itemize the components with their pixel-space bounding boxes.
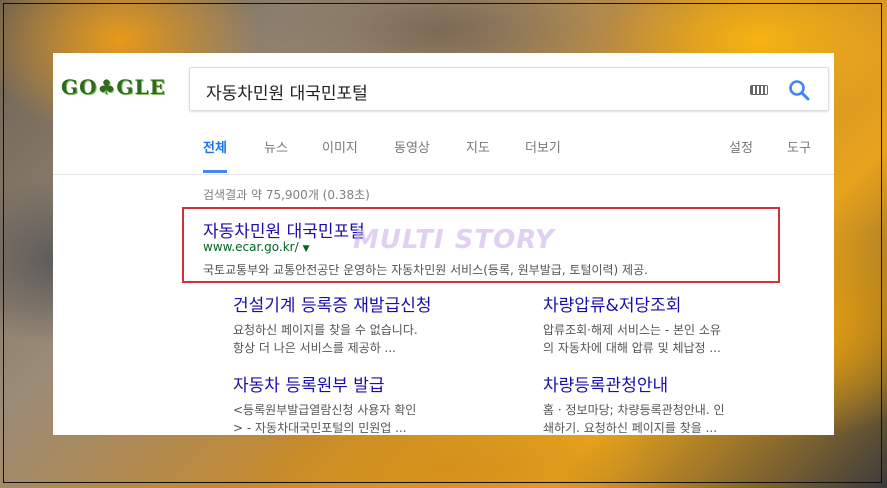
tab-maps[interactable]: 지도 (466, 139, 490, 170)
sitelink-desc-line: > - 자동차대국민포털의 민원업 ... (233, 421, 407, 435)
keyboard-icon[interactable] (750, 85, 768, 95)
result-url[interactable]: www.ecar.go.kr/ ▼ (203, 240, 310, 254)
tabs-divider (53, 174, 834, 175)
url-dropdown-icon[interactable]: ▼ (303, 244, 310, 254)
sitelink-desc-line: 항상 더 나은 서비스를 제공하 ... (233, 341, 396, 355)
sitelink-item: 차량등록관청안내 홈 · 정보마당; 차량등록관청안내. 인 쇄하기. 요청하신… (543, 371, 793, 435)
tab-all[interactable]: 전체 (203, 139, 227, 173)
tab-videos[interactable]: 동영상 (394, 139, 430, 170)
sitelink-desc-line: 압류조회·해제 서비스는 - 본인 소유 (543, 323, 721, 337)
tab-more[interactable]: 더보기 (525, 139, 561, 170)
search-icon[interactable] (788, 79, 810, 101)
sitelink-title-link[interactable]: 자동차 등록원부 발급 (233, 371, 483, 396)
sitelink-desc-line: 의 자동차에 대해 압류 및 체납정 ... (543, 341, 721, 355)
tab-news[interactable]: 뉴스 (264, 139, 288, 170)
tab-images[interactable]: 이미지 (322, 139, 358, 170)
sitelink-item: 건설기계 등록증 재발급신청 요청하신 페이지를 찾을 수 없습니다. 항상 더… (233, 291, 483, 357)
result-title-link[interactable]: 자동차민원 대국민포털 (203, 217, 365, 242)
sitelink-title-link[interactable]: 차량압류&저당조회 (543, 291, 793, 316)
sitelink-title-link[interactable]: 차량등록관청안내 (543, 371, 793, 396)
search-results-panel: GO♣GLE 자동차민원 대국민포털 전체 뉴스 이미지 동영상 지도 더보기 … (53, 53, 834, 435)
watermark-text: MULTI STORY (353, 225, 555, 255)
sitelink-desc-line: 쇄하기. 요청하신 페이지를 찾을 ... (543, 421, 718, 435)
result-stats: 검색결과 약 75,900개 (0.38초) (203, 188, 370, 202)
tab-tools[interactable]: 도구 (787, 139, 811, 170)
sitelink-desc-line: <등록원부발급열람신청 사용자 확인 (233, 403, 417, 417)
sitelink-desc-line: 요청하신 페이지를 찾을 수 없습니다. (233, 323, 418, 337)
result-url-text[interactable]: www.ecar.go.kr/ (203, 240, 299, 254)
sitelink-desc-line: 홈 · 정보마당; 차량등록관청안내. 인 (543, 403, 725, 417)
search-input[interactable]: 자동차민원 대국민포털 (189, 67, 829, 111)
google-logo[interactable]: GO♣GLE (61, 75, 166, 99)
search-query[interactable]: 자동차민원 대국민포털 (206, 79, 368, 104)
sitelink-title-link[interactable]: 건설기계 등록증 재발급신청 (233, 291, 483, 316)
sitelink-item: 차량압류&저당조회 압류조회·해제 서비스는 - 본인 소유 의 자동차에 대해… (543, 291, 793, 357)
search-tabs: 전체 뉴스 이미지 동영상 지도 더보기 설정 도구 (189, 139, 829, 175)
sitelink-item: 자동차 등록원부 발급 <등록원부발급열람신청 사용자 확인 > - 자동차대국… (233, 371, 483, 435)
tab-settings[interactable]: 설정 (729, 139, 753, 170)
result-description: 국토교통부와 교통안전공단 운영하는 자동차민원 서비스(등록, 원부발급, 토… (203, 263, 648, 277)
